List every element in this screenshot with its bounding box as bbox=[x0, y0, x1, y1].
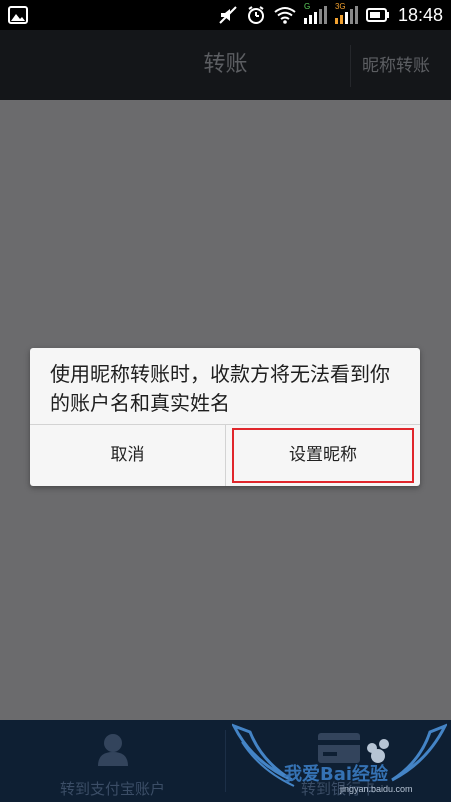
person-icon bbox=[97, 734, 128, 766]
transfer-to-alipay-label: 转到支付宝账户 bbox=[59, 780, 165, 798]
status-time: 18:48 bbox=[397, 4, 443, 25]
transfer-to-alipay-tab[interactable]: 转到支付宝账户 bbox=[0, 720, 225, 802]
highlight-box bbox=[232, 428, 414, 483]
baidu-jingyan-watermark: 我爱Bai经验 jingyan.baidu.com bbox=[232, 722, 447, 802]
image-notification-icon bbox=[8, 6, 28, 24]
battery-icon bbox=[365, 8, 389, 22]
wifi-icon bbox=[274, 7, 296, 24]
nickname-transfer-button[interactable]: 昵称转账 bbox=[350, 45, 441, 87]
top-navigation-bar: 转账 昵称转账 bbox=[0, 30, 451, 100]
cancel-button[interactable]: 取消 bbox=[30, 425, 225, 486]
alarm-icon bbox=[247, 6, 264, 24]
dialog-message: 使用昵称转账时，收款方将无法看到你的账户名和真实姓名 bbox=[50, 362, 390, 415]
status-bar: G 3G 18:48 bbox=[0, 0, 451, 30]
signal-icon-sim2: 3G bbox=[334, 2, 358, 24]
status-icons: G 3G 18:48 bbox=[218, 0, 443, 30]
watermark-text: 我爱Bai经验 bbox=[284, 764, 389, 785]
signal-icon-sim1: G bbox=[303, 2, 327, 24]
mute-icon bbox=[219, 6, 237, 24]
watermark-url: jingyan.baidu.com bbox=[340, 784, 413, 794]
